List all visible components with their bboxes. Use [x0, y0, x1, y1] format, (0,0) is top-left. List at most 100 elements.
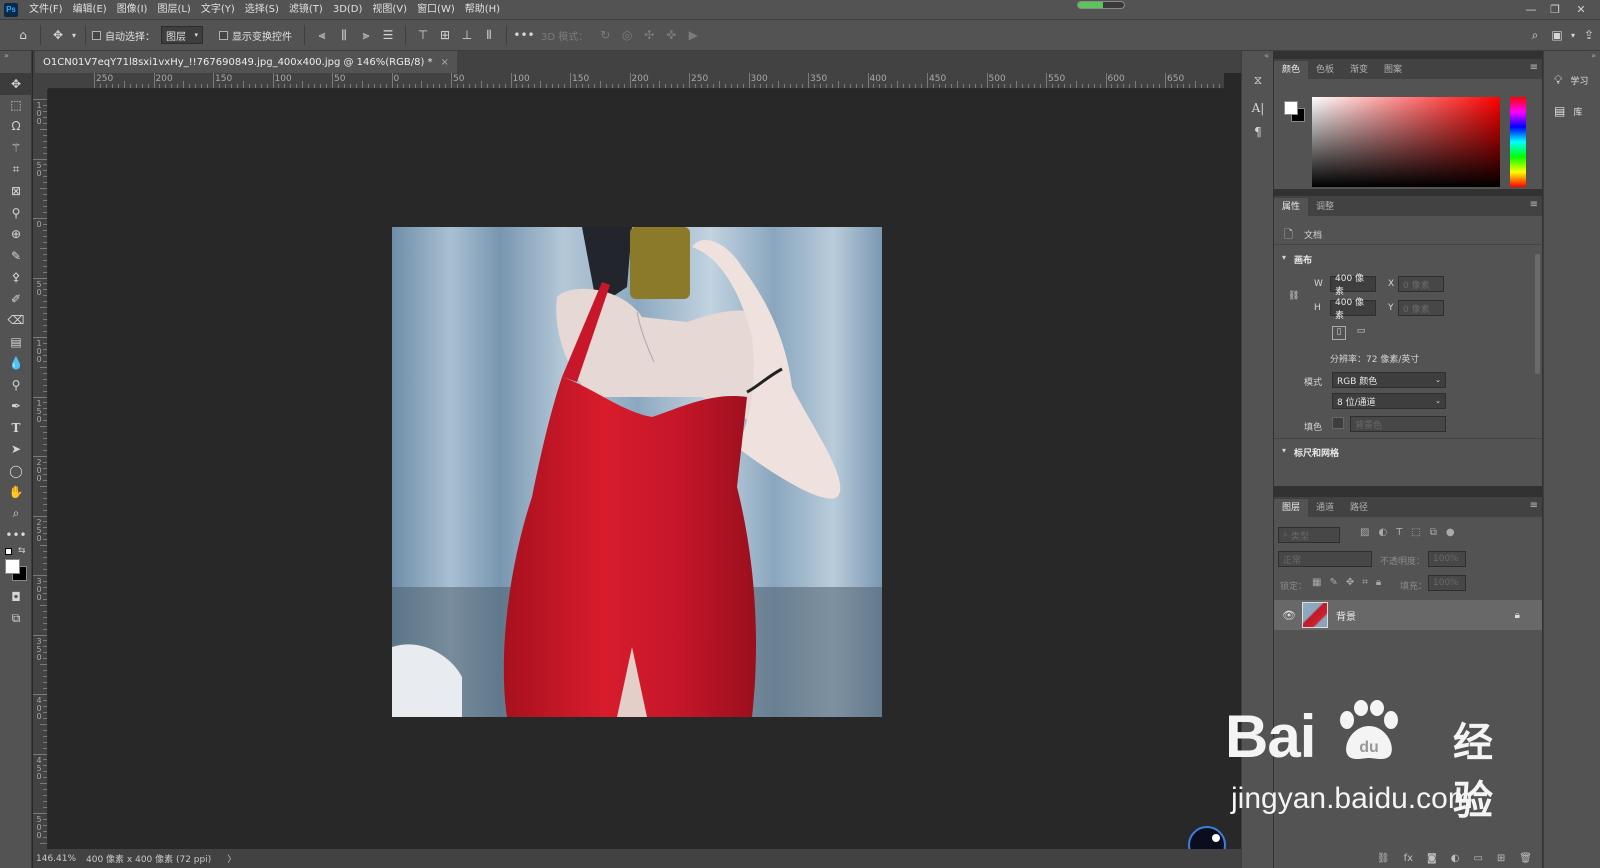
panel-menu-icon[interactable]: ≡ [1530, 500, 1538, 511]
tab-patterns[interactable]: 图案 [1376, 61, 1410, 79]
new-layer-icon[interactable]: ⊞ [1497, 853, 1505, 864]
document-tab[interactable]: O1CN01V7eqY71l8sxi1vxHy_!!767690849.jpg_… [35, 51, 457, 73]
collapse-panels-icon[interactable]: « [1242, 51, 1273, 65]
document-info[interactable]: 400 像素 x 400 像素 (72 ppi) [86, 852, 211, 865]
pen-tool-icon[interactable]: ✒ [0, 396, 32, 418]
paragraph-panel-icon[interactable]: ¶ [1242, 121, 1274, 143]
fill-color-swatch[interactable] [1332, 417, 1344, 429]
foreground-color-swatch[interactable] [1284, 101, 1298, 115]
layer-name[interactable]: 背景 [1336, 608, 1356, 623]
libraries-button[interactable]: ▤ 库 [1544, 94, 1600, 124]
align-right-icon[interactable]: ⫸ [355, 24, 377, 46]
filter-adjustment-icon[interactable]: ◐ [1378, 527, 1387, 538]
swap-colors-icon[interactable]: ⇆ [18, 546, 26, 556]
dodge-tool-icon[interactable]: ⚲ [0, 374, 32, 396]
fill-field[interactable]: 100% [1428, 575, 1466, 591]
history-brush-tool-icon[interactable]: ✐ [0, 288, 32, 310]
move-tool-icon[interactable]: ✥ [47, 24, 69, 46]
portrait-orientation-icon[interactable]: ▯ [1332, 326, 1346, 340]
healing-tool-icon[interactable]: ⊕ [0, 224, 32, 246]
3d-roll-icon[interactable]: ◎ [616, 24, 638, 46]
minimize-icon[interactable]: — [1520, 0, 1542, 18]
align-bottom-icon[interactable]: ⊥ [456, 24, 478, 46]
color-swatches[interactable]: ⇆ [0, 546, 31, 586]
height-field[interactable]: 400 像素 [1330, 298, 1376, 321]
lock-pixels-icon[interactable]: ✎ [1329, 577, 1337, 588]
zoom-tool-icon[interactable]: ⌕ [0, 503, 32, 525]
menu-window[interactable]: 窗口(W) [412, 0, 460, 19]
crop-tool-icon[interactable]: ⌗ [0, 159, 32, 181]
lock-position-icon[interactable]: ✥ [1346, 577, 1354, 588]
zoom-level[interactable]: 146.41% [36, 854, 82, 864]
magic-wand-tool-icon[interactable]: ⚚ [0, 138, 32, 160]
lasso-tool-icon[interactable]: ᘯ [0, 116, 32, 138]
eyedropper-tool-icon[interactable]: ⚲ [0, 202, 32, 224]
link-layers-icon[interactable]: ⛓ [1377, 853, 1390, 864]
learn-button[interactable]: 💡︎ 学习 [1544, 63, 1600, 94]
stamp-tool-icon[interactable]: ⚴ [0, 267, 32, 289]
align-center-icon[interactable]: ⫼ [333, 24, 355, 46]
auto-select-checkbox[interactable] [92, 30, 101, 40]
filter-toggle-icon[interactable]: ● [1446, 527, 1455, 538]
path-select-tool-icon[interactable]: ➤ [0, 439, 32, 461]
properties-scrollbar[interactable] [1535, 254, 1540, 374]
color-picker-field[interactable] [1312, 97, 1500, 187]
mode-dropdown[interactable]: RGB 颜色 ⌄ [1332, 372, 1446, 388]
blend-mode-dropdown[interactable]: 正常 [1278, 551, 1372, 567]
workspace-icon[interactable]: ▣ [1546, 24, 1568, 46]
align-top-icon[interactable]: ⊤ [412, 24, 434, 46]
menu-type[interactable]: 文字(Y) [196, 0, 240, 19]
marquee-tool-icon[interactable]: ⬚ [0, 95, 32, 117]
horizontal-ruler[interactable]: 250 200 150 100 50 0 50 100 150 200 250 300 350 400 45… [48, 73, 1224, 89]
collapse-toolbar-icon[interactable]: » [0, 51, 31, 73]
menu-view[interactable]: 视图(V) [367, 0, 412, 19]
auto-select-dropdown[interactable]: 图层 ▾ [161, 26, 203, 44]
filter-pixel-icon[interactable]: ▨ [1360, 527, 1369, 538]
menu-select[interactable]: 选择(S) [240, 0, 284, 19]
menu-help[interactable]: 帮助(H) [460, 0, 505, 19]
lock-transparent-icon[interactable]: ▦ [1312, 577, 1321, 588]
more-tools-icon[interactable]: ••• [0, 525, 32, 547]
type-tool-icon[interactable]: T [0, 417, 32, 439]
ellipse-tool-icon[interactable]: ◯ [0, 460, 32, 482]
more-options-icon[interactable]: ••• [513, 24, 535, 46]
3d-orbit-icon[interactable]: ↻ [594, 24, 616, 46]
3d-pan-icon[interactable]: ✣ [638, 24, 660, 46]
close-tab-icon[interactable]: × [441, 57, 449, 68]
lock-artboard-icon[interactable]: ⌗ [1362, 577, 1368, 588]
tab-swatches[interactable]: 色板 [1308, 61, 1342, 79]
lock-all-icon[interactable]: 🔒︎ [1376, 577, 1381, 588]
panel-menu-icon[interactable]: ≡ [1530, 62, 1538, 73]
restore-icon[interactable]: ❐ [1544, 0, 1566, 18]
tab-channels[interactable]: 通道 [1308, 499, 1342, 517]
menu-edit[interactable]: 编辑(E) [68, 0, 112, 19]
close-icon[interactable]: ✕ [1570, 0, 1592, 18]
history-panel-icon[interactable]: ⧖ [1242, 65, 1274, 95]
collapse-panels-icon[interactable]: » [1544, 51, 1600, 63]
hand-tool-icon[interactable]: ✋ [0, 482, 32, 504]
new-group-icon[interactable]: ▭ [1473, 853, 1482, 864]
y-field[interactable]: 0 像素 [1398, 300, 1444, 316]
chevron-down-icon[interactable]: ▾ [1282, 446, 1286, 455]
3d-camera-icon[interactable]: ▶ [682, 24, 704, 46]
tab-properties[interactable]: 属性 [1274, 198, 1309, 216]
tab-adjustments[interactable]: 调整 [1308, 198, 1342, 216]
landscape-orientation-icon[interactable]: ▭ [1354, 326, 1368, 340]
chevron-down-icon[interactable]: ▾ [1282, 253, 1286, 262]
delete-layer-icon[interactable]: 🗑︎ [1519, 853, 1532, 864]
eye-icon[interactable]: 👁︎ [1282, 609, 1296, 622]
character-panel-icon[interactable]: A| [1242, 95, 1274, 121]
menu-image[interactable]: 图像(I) [112, 0, 153, 19]
brush-tool-icon[interactable]: ✎ [0, 245, 32, 267]
distribute-vertical-icon[interactable]: ⫴ [478, 24, 500, 46]
layer-row[interactable]: 👁︎ 背景 🔒︎ [1274, 600, 1542, 630]
3d-slide-icon[interactable]: ✜ [660, 24, 682, 46]
filter-shape-icon[interactable]: ⬚ [1411, 527, 1420, 538]
align-left-icon[interactable]: ⫷ [311, 24, 333, 46]
blur-tool-icon[interactable]: 💧 [0, 353, 32, 375]
chevron-down-icon[interactable]: ▾ [69, 24, 79, 46]
menu-filter[interactable]: 滤镜(T) [284, 0, 328, 19]
add-mask-icon[interactable]: ◙ [1427, 853, 1437, 864]
bit-depth-dropdown[interactable]: 8 位/通道 ⌄ [1332, 393, 1446, 409]
tab-layers[interactable]: 图层 [1274, 499, 1309, 517]
